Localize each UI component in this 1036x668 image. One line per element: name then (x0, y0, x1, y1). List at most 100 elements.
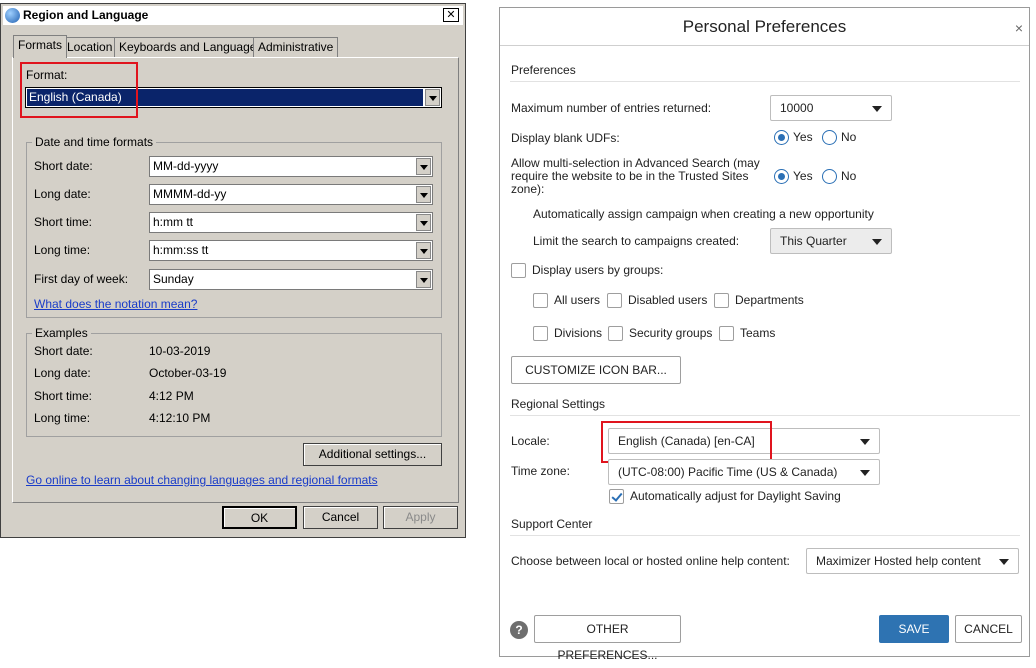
regional-settings-section-title: Regional Settings (511, 397, 606, 411)
chevron-down-icon[interactable] (416, 271, 431, 288)
max-entries-select[interactable]: 10000 (770, 95, 892, 121)
short-time-select[interactable]: h:mm tt (149, 212, 433, 233)
group-checkbox-divisions[interactable] (533, 326, 548, 341)
example-long-date-label: Long date: (34, 366, 91, 380)
close-button[interactable]: ✕ (443, 8, 459, 22)
group-checkbox-teams[interactable] (719, 326, 734, 341)
group-label-divisions: Divisions (554, 326, 603, 340)
help-icon[interactable]: ? (510, 621, 528, 639)
long-time-value: h:mm:ss tt (153, 243, 209, 257)
limit-search-select[interactable]: This Quarter (770, 228, 892, 254)
group-checkbox-all-users[interactable] (533, 293, 548, 308)
group-label-security-groups: Security groups (629, 326, 713, 340)
auto-campaign-label: Automatically assign campaign when creat… (533, 207, 874, 221)
short-time-label: Short time: (34, 215, 93, 229)
example-long-time-label: Long time: (34, 411, 91, 425)
additional-settings-button[interactable]: Additional settings... (303, 443, 442, 466)
example-long-time-value: 4:12:10 PM (149, 411, 211, 425)
long-date-value: MMMM-dd-yy (153, 187, 227, 201)
chevron-down-icon (860, 439, 870, 445)
group-label-all-users: All users (554, 293, 601, 307)
divider (510, 535, 1020, 536)
region-language-dialog: Region and Language ✕ Formats Location K… (0, 3, 466, 538)
blank-udfs-label: Display blank UDFs: (511, 131, 620, 145)
chevron-down-icon[interactable] (416, 186, 431, 203)
max-entries-value: 10000 (780, 101, 814, 115)
globe-icon (5, 8, 20, 23)
support-center-section-title: Support Center (511, 517, 593, 531)
blank-udfs-yes-radio[interactable] (774, 130, 789, 145)
help-content-value: Maximizer Hosted help content (816, 554, 981, 568)
chevron-down-icon (872, 106, 882, 112)
close-icon[interactable]: × (1015, 20, 1023, 36)
ok-button[interactable]: OK (222, 506, 297, 529)
tab-keyboards-languages[interactable]: Keyboards and Languages (114, 37, 268, 57)
short-date-select[interactable]: MM-dd-yyyy (149, 156, 433, 177)
group-label-disabled-users: Disabled users (628, 293, 708, 307)
long-date-select[interactable]: MMMM-dd-yy (149, 184, 433, 205)
window-titlebar: Region and Language ✕ (3, 6, 463, 25)
locale-label: Locale: (511, 434, 550, 448)
other-preferences-button[interactable]: OTHER PREFERENCES... (534, 615, 681, 662)
multiselection-label: Allow multi-selection in Advanced Search… (511, 156, 760, 196)
blank-udfs-no-radio[interactable] (822, 130, 837, 145)
group-checkbox-security-groups[interactable] (608, 326, 623, 341)
group-checkbox-disabled-users[interactable] (607, 293, 622, 308)
dst-checkbox[interactable] (609, 489, 624, 504)
divider (510, 415, 1020, 416)
personal-preferences-dialog: Personal Preferences × Preferences Maxim… (499, 7, 1030, 662)
first-day-value: Sunday (153, 272, 194, 286)
max-entries-label: Maximum number of entries returned: (511, 101, 712, 115)
customize-icon-bar-button[interactable]: CUSTOMIZE ICON BAR... (511, 356, 681, 384)
short-date-value: MM-dd-yyyy (153, 159, 219, 173)
example-short-time-value: 4:12 PM (149, 389, 194, 403)
chevron-down-icon[interactable] (425, 89, 440, 106)
timezone-label: Time zone: (511, 464, 570, 478)
examples-group-title: Examples (32, 326, 91, 340)
online-help-link[interactable]: Go online to learn about changing langua… (26, 473, 378, 487)
display-users-groups-checkbox[interactable] (511, 263, 526, 278)
example-long-date-value: October-03-19 (149, 366, 227, 380)
long-time-label: Long time: (34, 243, 91, 257)
tab-location[interactable]: Location (62, 37, 118, 57)
multiselection-yes-label: Yes (793, 169, 813, 183)
highlight-box-locale (601, 421, 772, 463)
tab-administrative[interactable]: Administrative (253, 37, 339, 57)
display-users-groups-label: Display users by groups: (532, 263, 664, 277)
dst-label: Automatically adjust for Daylight Saving (630, 489, 841, 503)
group-checkbox-departments[interactable] (714, 293, 729, 308)
long-date-label: Long date: (34, 187, 91, 201)
group-label-teams: Teams (740, 326, 776, 340)
multiselection-no-radio[interactable] (822, 169, 837, 184)
chevron-down-icon (860, 470, 870, 476)
help-content-select[interactable]: Maximizer Hosted help content (806, 548, 1019, 574)
chevron-down-icon (872, 239, 882, 245)
timezone-value: (UTC-08:00) Pacific Time (US & Canada) (618, 465, 838, 479)
chevron-down-icon[interactable] (416, 242, 431, 259)
apply-button[interactable]: Apply (383, 506, 458, 529)
preferences-section-title: Preferences (511, 63, 576, 77)
highlight-box-format (20, 62, 138, 118)
short-date-label: Short date: (34, 159, 93, 173)
blank-udfs-no-label: No (841, 130, 857, 144)
chevron-down-icon[interactable] (416, 214, 431, 231)
window-title: Region and Language (23, 8, 149, 22)
notation-help-link[interactable]: What does the notation mean? (34, 297, 197, 311)
cancel-button[interactable]: CANCEL (955, 615, 1022, 643)
chevron-down-icon (999, 559, 1009, 565)
multiselection-no-label: No (841, 169, 857, 183)
save-button[interactable]: SAVE (879, 615, 949, 643)
tab-formats[interactable]: Formats (13, 35, 68, 58)
example-short-date-value: 10-03-2019 (149, 344, 211, 358)
chevron-down-icon[interactable] (416, 158, 431, 175)
timezone-select[interactable]: (UTC-08:00) Pacific Time (US & Canada) (608, 459, 880, 485)
cancel-button[interactable]: Cancel (303, 506, 378, 529)
divider (510, 81, 1020, 82)
help-content-label: Choose between local or hosted online he… (511, 554, 790, 568)
multiselection-yes-radio[interactable] (774, 169, 789, 184)
first-day-select[interactable]: Sunday (149, 269, 433, 290)
first-day-label: First day of week: (34, 272, 129, 286)
example-short-date-label: Short date: (34, 344, 93, 358)
limit-search-label: Limit the search to campaigns created: (533, 234, 740, 248)
long-time-select[interactable]: h:mm:ss tt (149, 240, 433, 261)
